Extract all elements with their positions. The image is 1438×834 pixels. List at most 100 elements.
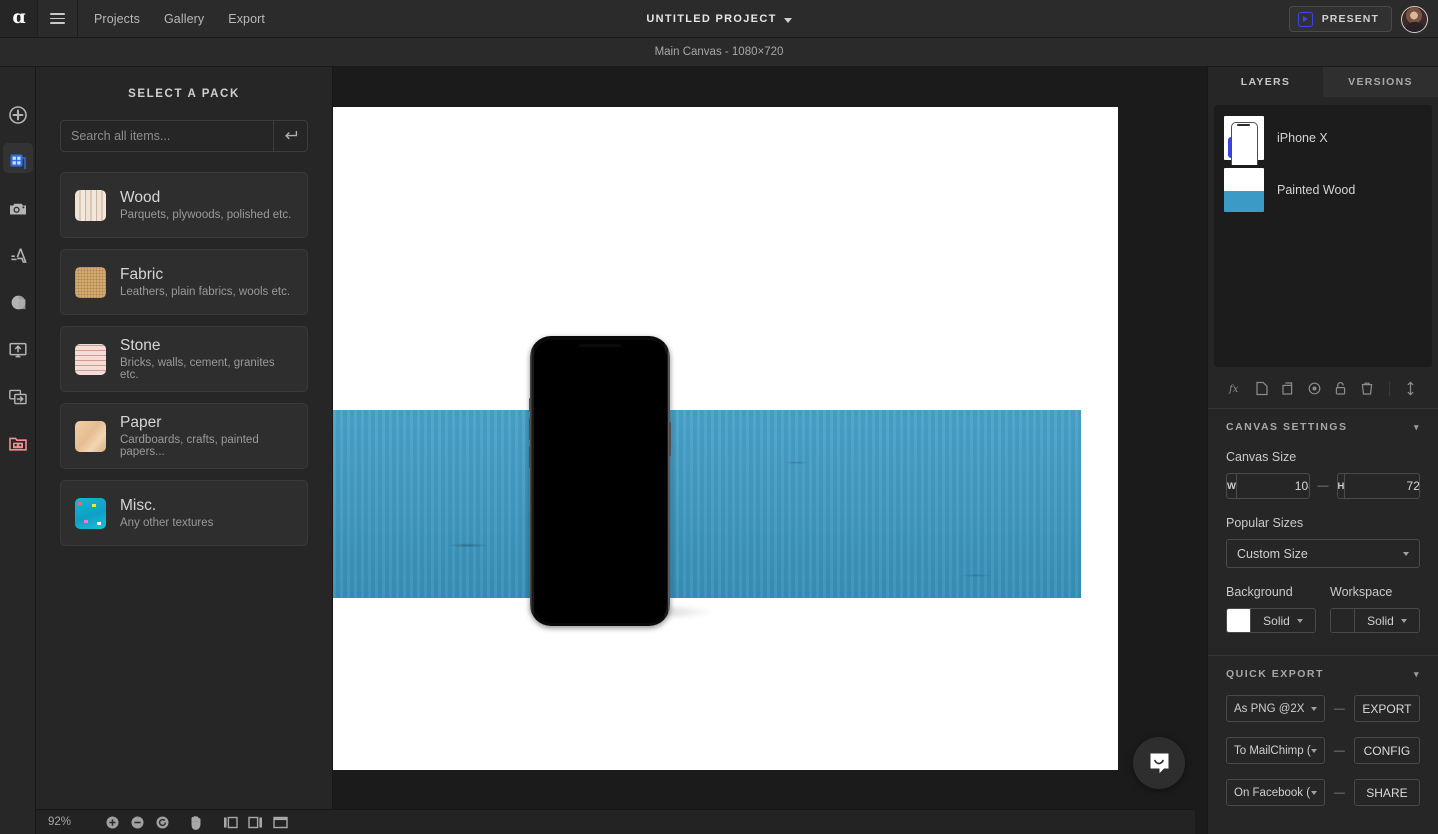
delete-layer-icon — [1362, 382, 1373, 395]
zoom-out-button[interactable] — [127, 812, 147, 832]
pack-card-wood[interactable]: Wood Parquets, plywoods, polished etc. — [60, 172, 308, 238]
layer-row[interactable]: iPhone X — [1214, 112, 1432, 165]
share-target-select[interactable]: On Facebook ( — [1226, 779, 1325, 806]
background-fill-type[interactable]: Solid — [1251, 609, 1315, 632]
misc-texture-thumb — [75, 497, 106, 529]
search-submit-button[interactable] — [273, 121, 307, 151]
project-title-dropdown[interactable]: UNTITLED PROJECT — [646, 13, 792, 25]
canvas-info-label: Main Canvas - 1080×720 — [654, 46, 784, 58]
popular-sizes-select[interactable]: Custom Size — [1226, 539, 1420, 568]
rail-item-replace[interactable] — [0, 373, 36, 420]
zoom-in-button[interactable] — [102, 812, 122, 832]
canvas-width-control[interactable]: W — [1226, 473, 1310, 499]
workspace-color-swatch[interactable] — [1331, 609, 1355, 632]
export-format-value: As PNG @2X — [1234, 702, 1305, 715]
zoom-reset-button[interactable] — [152, 812, 172, 832]
right-panel: LAYERS VERSIONS iPhone X Painted Wood fx… — [1207, 67, 1438, 834]
hamburger-menu-button[interactable] — [38, 0, 78, 37]
pack-card-stone[interactable]: Stone Bricks, walls, cement, granites et… — [60, 326, 308, 392]
background-fill-control[interactable]: Solid — [1226, 608, 1316, 633]
fit-canvas-button[interactable] — [270, 812, 290, 832]
svg-text:fx: fx — [1228, 384, 1239, 395]
pack-card-fabric[interactable]: Fabric Leathers, plain fabrics, wools et… — [60, 249, 308, 315]
workspace-fill-type[interactable]: Solid — [1355, 609, 1419, 632]
canvas-size-label: Canvas Size — [1226, 450, 1297, 464]
canvas-workspace[interactable] — [333, 67, 1195, 809]
pack-list: Wood Parquets, plywoods, polished etc. F… — [60, 172, 308, 546]
share-button[interactable]: SHARE — [1353, 779, 1420, 806]
effects-fx-button[interactable]: fx — [1222, 376, 1248, 400]
avatar[interactable] — [1401, 5, 1428, 33]
row-separator: — — [1333, 744, 1345, 757]
search-row — [60, 120, 308, 152]
export-destination-value: To MailChimp ( — [1234, 744, 1311, 757]
nav-projects[interactable]: Projects — [94, 12, 140, 26]
search-input[interactable] — [61, 121, 273, 151]
rail-item-my-assets[interactable] — [0, 420, 36, 467]
rail-item-camera[interactable] — [0, 185, 36, 232]
row-separator: — — [1333, 702, 1345, 715]
rail-item-shadow[interactable] — [0, 279, 36, 326]
canvas-height-control[interactable]: H — [1336, 473, 1420, 499]
packs-grid-icon — [10, 154, 26, 169]
zoom-out-icon — [131, 816, 143, 828]
canvas-height-input[interactable] — [1345, 474, 1420, 498]
rail-item-text[interactable] — [0, 232, 36, 279]
rail-item-screen-upload[interactable] — [0, 326, 36, 373]
tab-layers[interactable]: LAYERS — [1208, 67, 1323, 97]
config-button[interactable]: CONFIG — [1353, 737, 1420, 764]
pack-subtitle: Cardboards, crafts, painted papers... — [120, 433, 259, 458]
align-right-panel-button[interactable] — [245, 812, 265, 832]
chevron-down-icon — [1296, 618, 1303, 623]
play-in-square-icon — [1297, 11, 1313, 27]
background-color-swatch[interactable] — [1227, 609, 1251, 632]
new-layer-button[interactable] — [1248, 376, 1274, 400]
reorder-layers-button[interactable] — [1398, 376, 1424, 400]
workspace-fill-control[interactable]: Solid — [1330, 608, 1420, 633]
quick-export-header[interactable]: QUICK EXPORT ▾ — [1226, 668, 1420, 680]
export-format-select[interactable]: As PNG @2X — [1226, 695, 1325, 722]
tool-rail — [0, 67, 36, 834]
main-nav: Projects Gallery Export — [78, 0, 265, 37]
chevron-down-icon — [1310, 790, 1317, 795]
delete-layer-button[interactable] — [1354, 376, 1380, 400]
duplicate-layer-button[interactable] — [1275, 376, 1301, 400]
present-button[interactable]: PRESENT — [1288, 6, 1392, 32]
workspace-fill-value: Solid — [1367, 613, 1394, 628]
zoom-level-label: 92% — [48, 816, 72, 828]
device-notch — [579, 344, 621, 347]
visibility-toggle-button[interactable] — [1301, 376, 1327, 400]
hand-pan-button[interactable] — [186, 812, 206, 832]
device-screen[interactable] — [533, 339, 667, 623]
iphone-x-mockup-layer[interactable] — [529, 336, 671, 626]
device-power-button — [669, 422, 671, 456]
rail-item-add[interactable] — [0, 91, 36, 138]
background-fill-value: Solid — [1263, 613, 1290, 628]
chat-launcher-button[interactable] — [1133, 737, 1185, 789]
tab-versions[interactable]: VERSIONS — [1323, 67, 1438, 97]
rail-item-packs[interactable] — [0, 138, 36, 185]
lock-layer-button[interactable] — [1328, 376, 1354, 400]
canvas-settings-header[interactable]: CANVAS SETTINGS ▾ — [1226, 421, 1420, 433]
app-logo[interactable]: ɑ — [0, 0, 38, 37]
popular-sizes-value: Custom Size — [1237, 546, 1308, 561]
layer-row[interactable]: Painted Wood — [1214, 164, 1432, 216]
nav-gallery[interactable]: Gallery — [164, 12, 204, 26]
collapse-caret-icon[interactable]: ▾ — [1414, 422, 1420, 432]
export-destination-select[interactable]: To MailChimp ( — [1226, 737, 1325, 764]
pack-card-misc[interactable]: Misc. Any other textures — [60, 480, 308, 546]
canvas-artboard[interactable] — [333, 107, 1118, 770]
collapse-caret-icon[interactable]: ▾ — [1414, 669, 1420, 679]
align-left-panel-button[interactable] — [220, 812, 240, 832]
chevron-down-icon — [1310, 706, 1317, 711]
nav-export[interactable]: Export — [228, 12, 265, 26]
align-right-panel-icon — [247, 816, 262, 828]
canvas-width-input[interactable] — [1236, 474, 1309, 498]
visibility-eye-icon — [1308, 382, 1321, 394]
pack-card-paper[interactable]: Paper Cardboards, crafts, painted papers… — [60, 403, 308, 469]
painted-wood-layer[interactable] — [333, 410, 1081, 598]
reorder-layers-icon — [1407, 380, 1414, 396]
export-button[interactable]: EXPORT — [1353, 695, 1420, 722]
pack-subtitle: Parquets, plywoods, polished etc. — [120, 208, 292, 221]
duplicate-layer-icon — [1281, 381, 1292, 395]
